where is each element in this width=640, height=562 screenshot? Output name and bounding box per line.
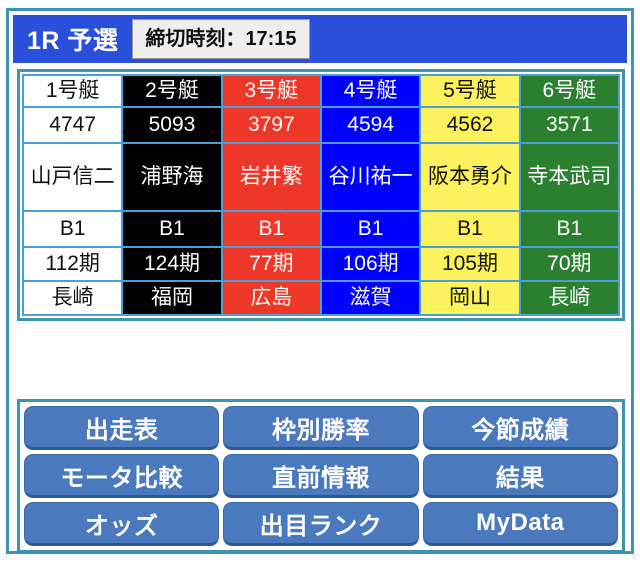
cell-grade-5: B1 <box>419 210 521 248</box>
page-title: 1R 予選 <box>27 27 119 55</box>
nav-button-lane-win-rate[interactable]: 枠別勝率 <box>223 406 419 450</box>
nav-button-results[interactable]: 結果 <box>422 454 618 498</box>
nav-button-odds[interactable]: オッズ <box>24 502 220 546</box>
table-row-registration-number: 4747 5093 3797 4594 4562 3571 <box>21 106 621 144</box>
cell-period-2: 124期 <box>121 246 223 282</box>
cell-branch-3: 広島 <box>220 280 322 316</box>
cell-branch-5: 岡山 <box>419 280 521 316</box>
cell-name-4: 谷川祐一 <box>319 142 422 212</box>
cell-name-6: 寺本武司 <box>518 142 621 212</box>
cell-reg-4: 4594 <box>319 106 422 144</box>
cell-lane-6: 6号艇 <box>518 74 621 108</box>
cell-lane-3: 3号艇 <box>220 74 322 108</box>
cell-grade-3: B1 <box>220 210 322 248</box>
race-header-bar: 1R 予選 締切時刻：17:15 <box>13 15 627 63</box>
deadline-badge: 締切時刻：17:15 <box>132 19 310 59</box>
cell-period-4: 106期 <box>319 246 422 282</box>
nav-button-grid: 出走表 枠別勝率 今節成績 モータ比較 直前情報 結果 オッズ 出目ランク My… <box>24 406 618 546</box>
cell-period-3: 77期 <box>220 246 322 282</box>
table-row-period: 112期 124期 77期 106期 105期 70期 <box>21 246 621 282</box>
cell-name-3: 岩井繁 <box>220 142 322 212</box>
nav-button-pre-race-info[interactable]: 直前情報 <box>223 454 419 498</box>
cell-reg-5: 4562 <box>419 106 521 144</box>
cell-period-6: 70期 <box>518 246 621 282</box>
cell-lane-5: 5号艇 <box>419 74 521 108</box>
table-row-racer-name: 山戸信二 浦野海 岩井繁 谷川祐一 阪本勇介 寺本武司 <box>21 142 621 212</box>
outer-frame: 1R 予選 締切時刻：17:15 1号艇 2号艇 3号艇 4号艇 5号艇 6号艇 <box>6 8 634 554</box>
nav-button-entry-sheet[interactable]: 出走表 <box>24 406 220 450</box>
racer-table: 1号艇 2号艇 3号艇 4号艇 5号艇 6号艇 4747 5093 3797 4… <box>21 74 621 316</box>
table-row-grade: B1 B1 B1 B1 B1 B1 <box>21 210 621 248</box>
outer-frame-inner: 1R 予選 締切時刻：17:15 1号艇 2号艇 3号艇 4号艇 5号艇 6号艇 <box>9 11 631 553</box>
cell-reg-1: 4747 <box>21 106 124 144</box>
cell-branch-1: 長崎 <box>21 280 124 316</box>
nav-buttons-container: 出走表 枠別勝率 今節成績 モータ比較 直前情報 結果 オッズ 出目ランク My… <box>17 399 625 553</box>
cell-reg-2: 5093 <box>121 106 223 144</box>
cell-grade-1: B1 <box>21 210 124 248</box>
cell-reg-6: 3571 <box>518 106 621 144</box>
racer-table-container: 1号艇 2号艇 3号艇 4号艇 5号艇 6号艇 4747 5093 3797 4… <box>17 69 625 321</box>
cell-lane-4: 4号艇 <box>319 74 422 108</box>
cell-grade-4: B1 <box>319 210 422 248</box>
cell-name-2: 浦野海 <box>121 142 223 212</box>
app-root: 1R 予選 締切時刻：17:15 1号艇 2号艇 3号艇 4号艇 5号艇 6号艇 <box>0 0 640 562</box>
cell-grade-2: B1 <box>121 210 223 248</box>
nav-button-motor-compare[interactable]: モータ比較 <box>24 454 220 498</box>
cell-name-5: 阪本勇介 <box>419 142 521 212</box>
nav-button-demoe-rank[interactable]: 出目ランク <box>223 502 419 546</box>
cell-lane-1: 1号艇 <box>21 74 124 108</box>
cell-grade-6: B1 <box>518 210 621 248</box>
cell-branch-4: 滋賀 <box>319 280 422 316</box>
cell-branch-2: 福岡 <box>121 280 223 316</box>
nav-button-series-result[interactable]: 今節成績 <box>422 406 618 450</box>
cell-period-5: 105期 <box>419 246 521 282</box>
cell-lane-2: 2号艇 <box>121 74 223 108</box>
cell-reg-3: 3797 <box>220 106 322 144</box>
table-row-lane: 1号艇 2号艇 3号艇 4号艇 5号艇 6号艇 <box>21 74 621 108</box>
nav-button-mydata[interactable]: MyData <box>422 502 618 546</box>
cell-period-1: 112期 <box>21 246 124 282</box>
table-row-branch: 長崎 福岡 広島 滋賀 岡山 長崎 <box>21 280 621 316</box>
cell-branch-6: 長崎 <box>518 280 621 316</box>
cell-name-1: 山戸信二 <box>21 142 124 212</box>
